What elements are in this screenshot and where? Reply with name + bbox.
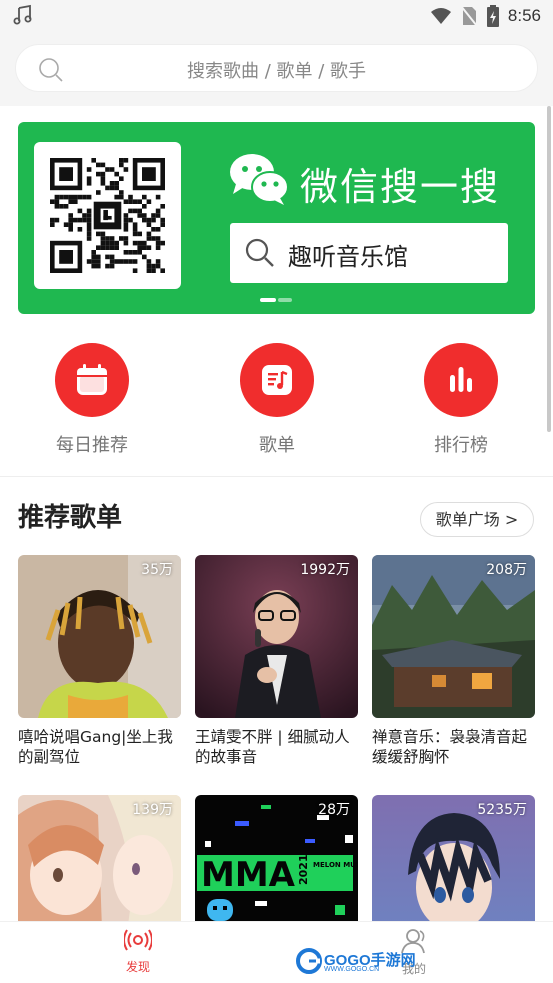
cover-image-singer [195, 555, 358, 718]
wechat-logo-icon [230, 154, 289, 205]
playlist-icon [262, 365, 292, 395]
entry-label: 排行榜 [434, 435, 488, 456]
play-count: 208万 [486, 562, 527, 578]
pagination-dot-active [260, 298, 276, 302]
banner-title: 微信搜一搜 [300, 165, 501, 209]
cover-image-landscape [372, 555, 535, 718]
watermark-url: WWW.GOGO.CN [324, 966, 380, 973]
radio-waves-icon [123, 929, 153, 951]
status-bar: 8:56 [0, 0, 553, 32]
battery-icon [486, 5, 499, 27]
mma-logo-text: MMA [201, 855, 296, 895]
chart-bars-icon [450, 367, 472, 392]
entry-daily-recommend[interactable]: 每日推荐 [37, 343, 147, 457]
wifi-icon [430, 8, 451, 24]
scrollbar[interactable] [547, 106, 551, 432]
playlist-cover: 208万 [372, 555, 535, 718]
banner-pagination [260, 298, 292, 302]
status-time: 8:56 [507, 6, 541, 25]
music-note-icon [13, 4, 32, 25]
nav-discover[interactable]: 发现 [108, 928, 168, 975]
play-count: 28万 [318, 802, 350, 818]
section-divider [0, 476, 553, 477]
section-title: 推荐歌单 [18, 503, 123, 533]
entry-label: 歌单 [259, 435, 295, 456]
calendar-icon [77, 364, 107, 395]
nav-label: 发现 [125, 960, 150, 974]
entry-rankings[interactable]: 排行榜 [406, 343, 516, 457]
search-icon [245, 238, 274, 267]
search-input[interactable]: 搜索歌曲 / 歌单 / 歌手 [15, 44, 538, 92]
banner-search-box: 趣听音乐馆 [230, 223, 508, 283]
playlist-card[interactable]: 208万 禅意音乐：袅袅清音起缓缓舒胸怀 [372, 555, 535, 767]
playlist-title: 王靖雯不胖 | 细腻动人的故事音 [195, 728, 350, 766]
no-sim-icon [460, 5, 478, 27]
qr-code [34, 142, 181, 289]
entry-label: 每日推荐 [56, 435, 128, 456]
play-count: 1992万 [300, 562, 350, 578]
search-placeholder: 搜索歌曲 / 歌单 / 歌手 [186, 61, 366, 82]
playlist-cover: 35万 [18, 555, 181, 718]
mma-year-text: 2021 [297, 854, 310, 885]
playlist-square-button[interactable]: 歌单广场 > [420, 502, 534, 537]
mma-sub-text: MELON MUSIC AWARDS [313, 861, 358, 869]
play-count: 5235万 [477, 802, 527, 818]
playlist-cover: 1992万 [195, 555, 358, 718]
watermark: GOGO手游网 WWW.GOGO.CN [296, 946, 430, 976]
play-count: 139万 [132, 802, 173, 818]
playlist-title: 嘻哈说唱Gang|坐上我的副驾位 [18, 728, 173, 766]
promo-banner[interactable]: 微信搜一搜 趣听音乐馆 [18, 122, 535, 314]
playlist-card[interactable]: 1992万 王靖雯不胖 | 细腻动人的故事音 [195, 555, 358, 767]
playlist-card[interactable]: 35万 嘻哈说唱Gang|坐上我的副驾位 [18, 555, 181, 767]
entry-playlists[interactable]: 歌单 [222, 343, 332, 457]
cover-image-portrait [18, 555, 181, 718]
playlist-title: 禅意音乐：袅袅清音起缓缓舒胸怀 [372, 728, 528, 766]
bottom-navigation: 发现 我的 [0, 921, 553, 983]
watermark-logo-icon [296, 948, 322, 974]
pagination-dot [278, 298, 292, 302]
play-count: 35万 [141, 562, 173, 578]
qr-code-image [50, 158, 165, 273]
search-bar-area: 搜索歌曲 / 歌单 / 歌手 [0, 32, 553, 106]
banner-search-text: 趣听音乐馆 [288, 243, 408, 271]
